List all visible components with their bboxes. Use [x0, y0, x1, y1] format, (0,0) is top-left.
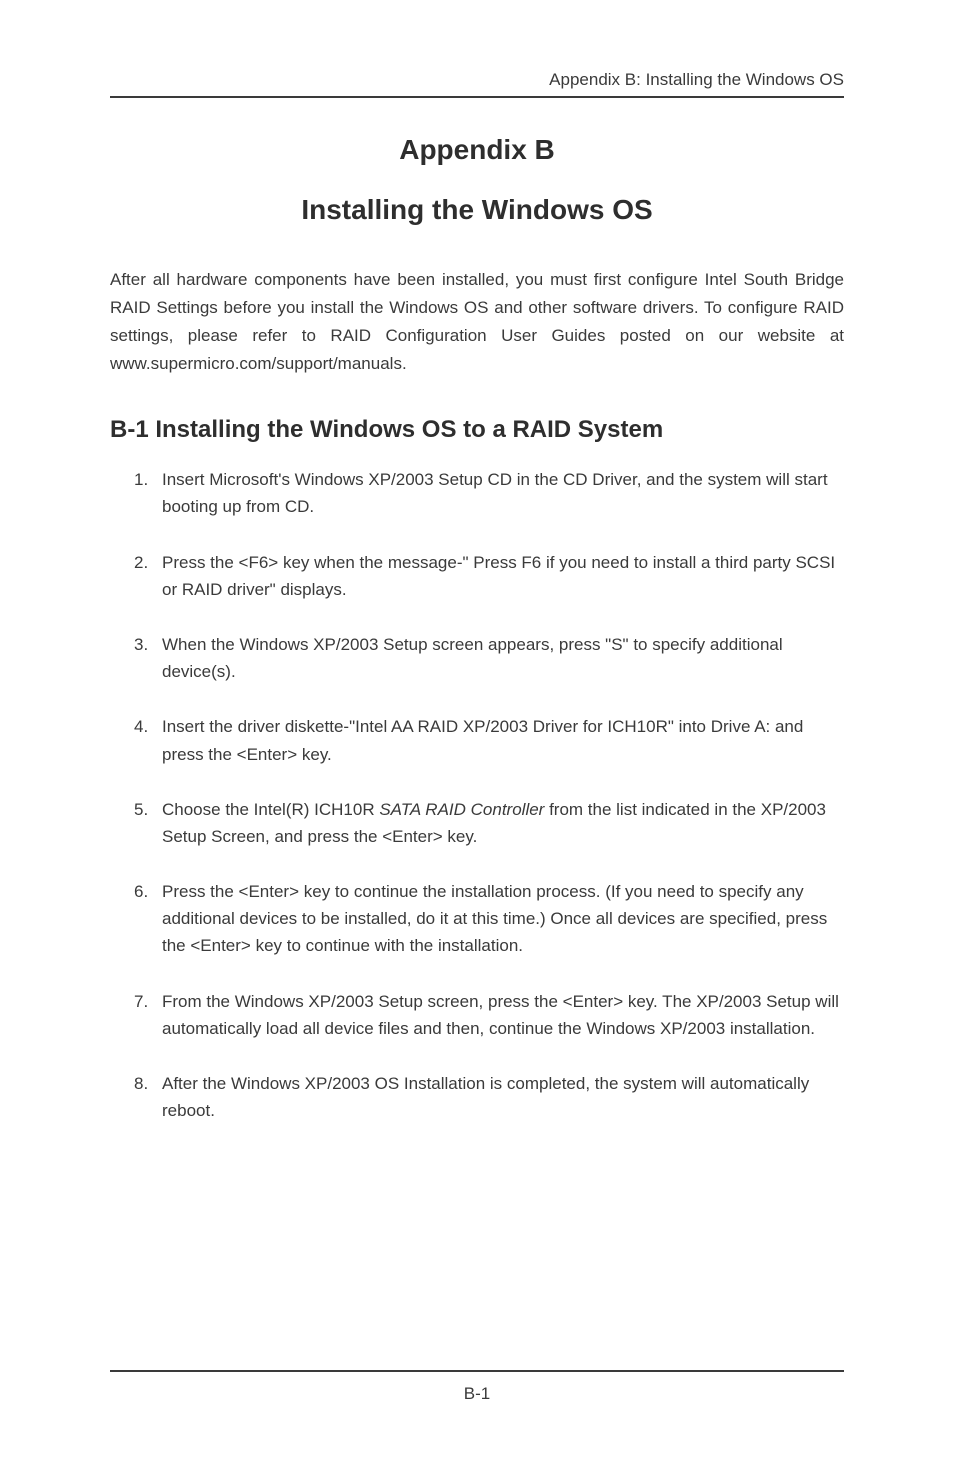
running-header: Appendix B: Installing the Windows OS: [110, 70, 844, 98]
section-heading: B-1 Installing the Windows OS to a RAID …: [110, 416, 844, 444]
appendix-label: Appendix B: [110, 134, 844, 166]
step-text-italic: SATA RAID Controller: [379, 800, 544, 819]
step-text: From the Windows XP/2003 Setup screen, p…: [162, 992, 839, 1038]
step-text: Insert the driver diskette-"Intel AA RAI…: [162, 717, 803, 763]
list-item: After the Windows XP/2003 OS Installatio…: [134, 1070, 844, 1124]
list-item: Press the <F6> key when the message-" Pr…: [134, 549, 844, 603]
step-text: When the Windows XP/2003 Setup screen ap…: [162, 635, 783, 681]
step-text: After the Windows XP/2003 OS Installatio…: [162, 1074, 809, 1120]
list-item: From the Windows XP/2003 Setup screen, p…: [134, 988, 844, 1042]
step-text-pre: Choose the Intel(R) ICH10R: [162, 800, 379, 819]
step-text: Press the <Enter> key to continue the in…: [162, 882, 827, 955]
list-item: Insert the driver diskette-"Intel AA RAI…: [134, 713, 844, 767]
step-text: Insert Microsoft's Windows XP/2003 Setup…: [162, 470, 828, 516]
list-item: Insert Microsoft's Windows XP/2003 Setup…: [134, 466, 844, 520]
steps-list: Insert Microsoft's Windows XP/2003 Setup…: [110, 466, 844, 1124]
list-item: When the Windows XP/2003 Setup screen ap…: [134, 631, 844, 685]
list-item: Choose the Intel(R) ICH10R SATA RAID Con…: [134, 796, 844, 850]
page-number: B-1: [110, 1384, 844, 1404]
list-item: Press the <Enter> key to continue the in…: [134, 878, 844, 960]
intro-paragraph: After all hardware components have been …: [110, 266, 844, 378]
footer: B-1: [110, 1370, 844, 1404]
running-header-text: Appendix B: Installing the Windows OS: [549, 70, 844, 89]
step-text: Press the <F6> key when the message-" Pr…: [162, 553, 835, 599]
main-title: Installing the Windows OS: [110, 194, 844, 226]
footer-rule: [110, 1370, 844, 1372]
